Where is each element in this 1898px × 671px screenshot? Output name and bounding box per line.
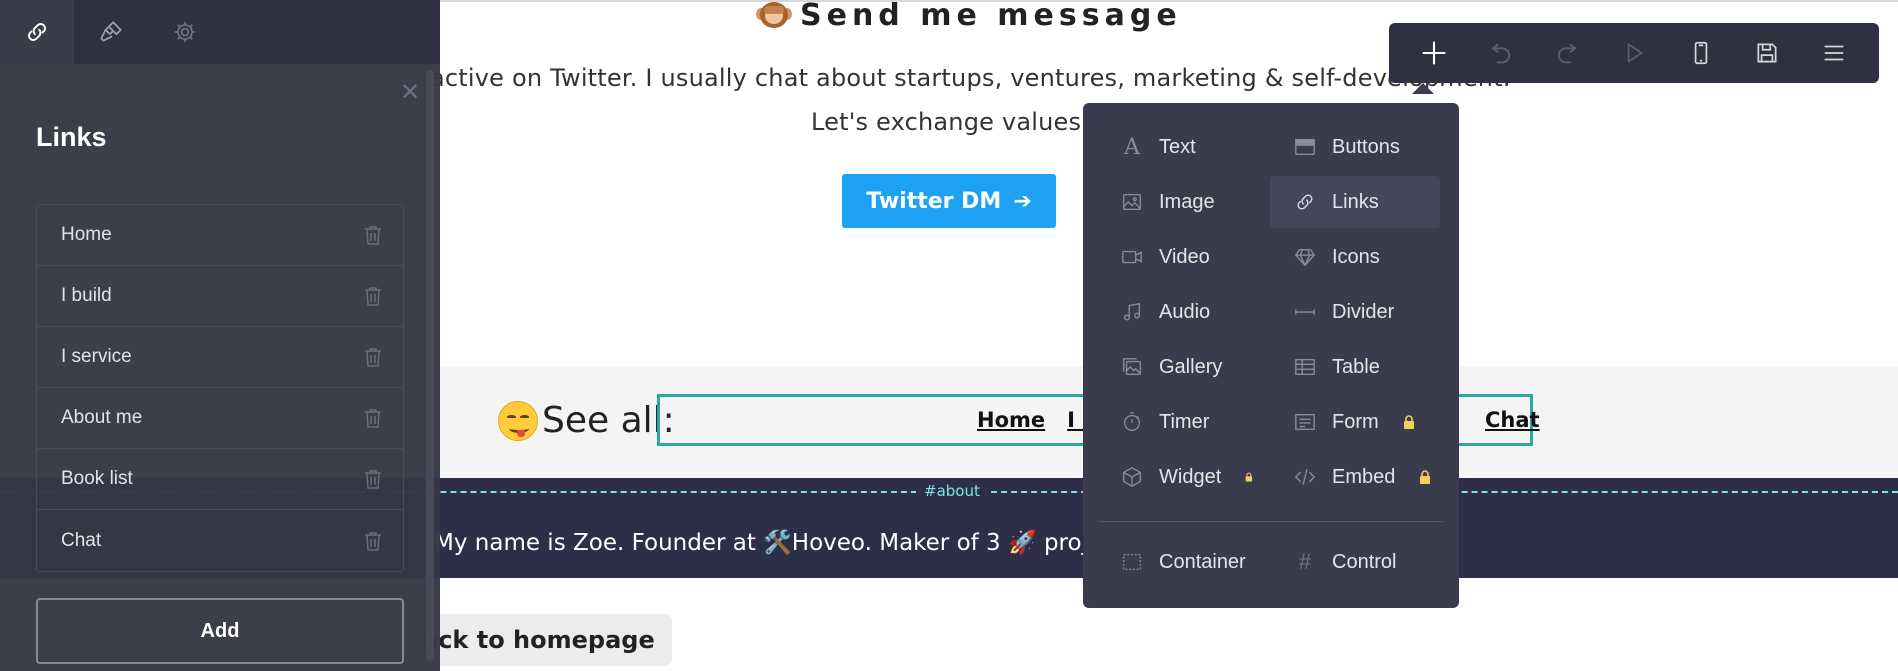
menu-item-text[interactable]: A Text [1083,121,1253,173]
panel-scrollbar[interactable] [426,70,434,660]
save-button[interactable] [1747,33,1787,73]
list-item[interactable]: About me [37,388,403,449]
links-list: Home I build I service About me Book lis… [36,204,404,572]
panel-tabs [0,0,440,64]
tab-content[interactable] [0,0,74,64]
trash-icon[interactable] [363,407,383,429]
plus-icon [1422,41,1446,65]
twitter-dm-button[interactable]: Twitter DM ➔ [842,174,1056,228]
divider-icon [1294,301,1316,323]
text-icon: A [1124,134,1140,160]
trash-icon[interactable] [363,224,383,246]
menu-item-embed[interactable]: Embed [1270,451,1440,503]
see-all-heading: See all: [498,400,675,441]
nav-link-chat[interactable]: Chat [1485,408,1540,432]
menu-item-audio[interactable]: Audio [1083,286,1253,338]
link-icon [1294,191,1316,213]
message-heading: Send me message [756,0,1182,33]
message-title-text: Send me message [800,0,1182,33]
see-no-evil-monkey-icon [756,0,792,30]
menu-item-table[interactable]: Table [1270,341,1440,393]
diamond-icon [1294,246,1316,268]
list-item[interactable]: Home [37,205,403,266]
about-anchor-tag: #about [916,482,988,500]
close-icon[interactable]: ✕ [398,80,422,104]
tab-settings[interactable] [148,0,222,64]
twitter-dm-label: Twitter DM [866,188,1002,214]
panel-title: Links [36,122,107,152]
trash-icon[interactable] [363,285,383,307]
mobile-view-button[interactable] [1681,33,1721,73]
list-item[interactable]: I build [37,266,403,327]
trash-icon[interactable] [363,346,383,368]
list-item[interactable]: Chat [37,510,403,571]
links-settings-panel: ✕ Links Home I build I service About me … [0,0,440,671]
link-label: I service [61,346,132,367]
menu-pointer [1412,83,1434,94]
menu-separator [1099,521,1443,522]
table-icon [1294,356,1316,378]
cube-icon [1121,466,1143,488]
tab-style[interactable] [74,0,148,64]
menu-item-divider[interactable]: Divider [1270,286,1440,338]
link-label: Book list [61,468,133,489]
stopwatch-icon [1121,411,1143,433]
menu-item-links[interactable]: Links [1270,176,1440,228]
gear-icon [174,21,196,43]
intro-paragraph-line2: Let's exchange values [811,108,1082,136]
hamburger-menu-icon [1824,45,1844,61]
link-icon [28,23,46,41]
redo-button[interactable] [1547,33,1587,73]
trash-icon[interactable] [363,468,383,490]
link-label: I build [61,285,112,306]
play-icon [1627,43,1643,63]
video-icon [1121,246,1143,268]
dashed-square-icon [1121,551,1143,573]
list-item[interactable]: Book list [37,449,403,510]
see-all-text: See all: [542,400,675,441]
undo-icon [1491,43,1510,64]
menu-item-icons[interactable]: Icons [1270,231,1440,283]
menu-item-control[interactable]: # Control [1270,536,1440,588]
menu-item-timer[interactable]: Timer [1083,396,1253,448]
link-label: Chat [61,529,102,551]
music-note-icon [1121,301,1143,323]
menu-item-image[interactable]: Image [1083,176,1253,228]
yum-face-icon [498,400,538,441]
lock-icon [1245,472,1253,482]
form-icon [1294,411,1316,433]
gallery-icon [1121,356,1143,378]
menu-item-gallery[interactable]: Gallery [1083,341,1253,393]
image-icon [1121,191,1143,213]
menu-item-container[interactable]: Container [1083,536,1253,588]
add-link-button[interactable]: Add [36,598,404,664]
undo-button[interactable] [1481,33,1521,73]
nav-link-home[interactable]: Home [977,408,1045,434]
menu-button[interactable] [1814,33,1854,73]
link-label: About me [61,407,143,428]
trash-icon[interactable] [363,530,383,552]
save-icon [1757,43,1777,63]
menu-item-widget[interactable]: Widget [1083,451,1253,503]
link-label: Home [61,224,112,245]
add-block-button[interactable] [1414,33,1454,73]
hash-icon: # [1298,549,1312,574]
menu-item-form[interactable]: Form [1270,396,1440,448]
buttons-icon [1294,136,1316,158]
lock-icon [1420,470,1431,484]
preview-button[interactable] [1614,33,1654,73]
arrow-right-icon: ➔ [1013,188,1032,214]
menu-item-buttons[interactable]: Buttons [1270,121,1440,173]
mobile-phone-icon [1694,41,1707,65]
brush-icon [100,21,122,42]
redo-icon [1558,43,1578,64]
back-to-homepage-label: ack to homepage [422,626,655,654]
intro-paragraph-line1: active on Twitter. I usually chat about … [430,64,1511,92]
list-item[interactable]: I service [37,327,403,388]
code-icon [1294,466,1316,488]
editor-toolbar [1389,23,1879,83]
menu-item-video[interactable]: Video [1083,231,1253,283]
lock-icon [1403,415,1414,429]
about-text: My name is Zoe. Founder at 🛠️Hoveo. Make… [434,530,1175,556]
